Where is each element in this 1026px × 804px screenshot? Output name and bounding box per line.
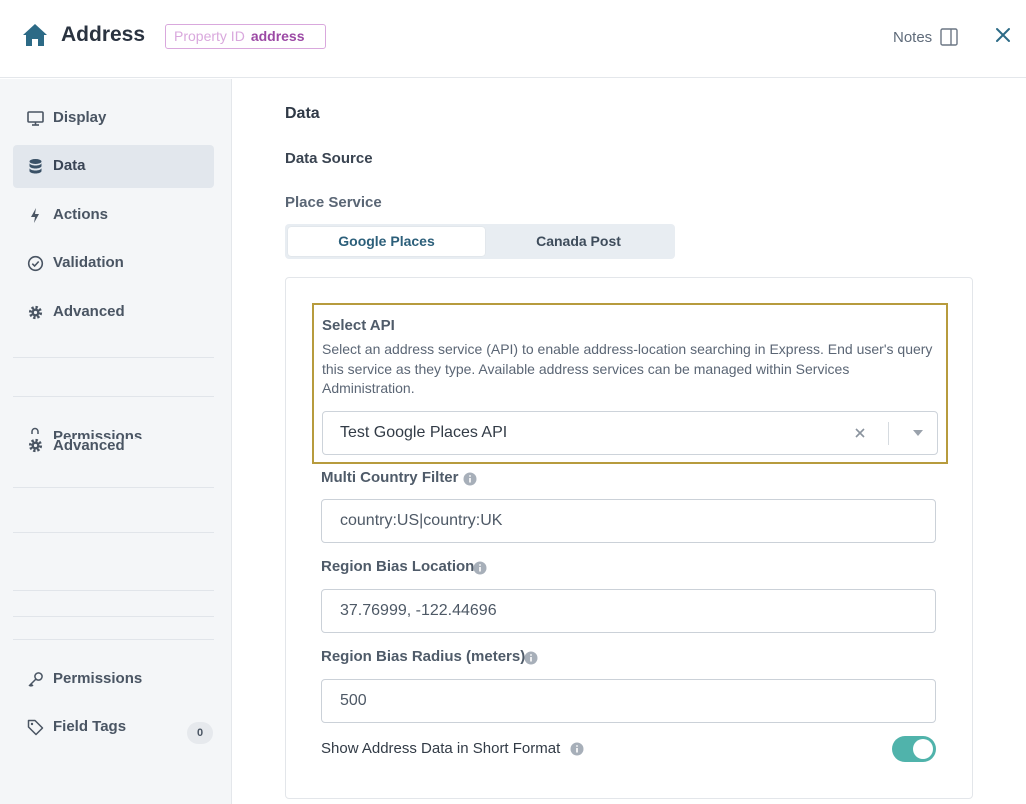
- select-api-group: Select API Select an address service (AP…: [312, 303, 948, 464]
- clear-icon[interactable]: [854, 427, 866, 439]
- gear-icon: [28, 305, 43, 320]
- sidebar-item-label: Data: [53, 157, 86, 174]
- main-content: Data Data Source Place Service Google Pl…: [233, 79, 1026, 804]
- select-api-label: Select API: [322, 317, 395, 334]
- canada-post-option[interactable]: Canada Post: [485, 227, 672, 256]
- info-icon[interactable]: [570, 742, 584, 756]
- select-api-description: Select an address service (API) to enabl…: [322, 341, 933, 396]
- info-icon[interactable]: [463, 472, 477, 486]
- sidebar-divider: [13, 639, 214, 640]
- sidebar-item-label: Display: [53, 109, 107, 126]
- place-service-label: Place Service: [285, 194, 382, 211]
- place-service-toggle: Google Places Canada Post: [285, 224, 675, 259]
- home-icon: [23, 24, 47, 46]
- page-title: Address: [61, 23, 146, 46]
- sidebar-item-field-tags[interactable]: Field Tags 0: [13, 706, 214, 749]
- property-id-badge: Property ID address: [165, 24, 326, 49]
- multi-country-filter-input[interactable]: [321, 499, 936, 543]
- multi-country-filter-label: Multi Country Filter: [321, 469, 459, 486]
- region-bias-location-label: Region Bias Location: [321, 558, 475, 575]
- sidebar-item-validation[interactable]: Validation: [13, 242, 214, 285]
- sidebar-item-label: Advanced: [53, 437, 125, 454]
- sidebar-divider: [13, 396, 214, 397]
- short-format-label: Show Address Data in Short Format: [321, 740, 561, 757]
- close-icon[interactable]: [995, 27, 1011, 43]
- sidebar-item-actions[interactable]: Actions: [13, 194, 214, 237]
- notes-panel-icon[interactable]: [940, 28, 958, 46]
- short-format-toggle[interactable]: [892, 736, 936, 762]
- region-bias-radius-input[interactable]: [321, 679, 936, 723]
- property-id-value: address: [250, 28, 305, 44]
- key-icon: [28, 672, 43, 688]
- section-title: Data: [285, 105, 320, 122]
- select-separator: [888, 422, 889, 445]
- sidebar-divider: [13, 532, 214, 533]
- lightning-icon: [31, 208, 39, 223]
- property-id-label: Property ID: [174, 28, 245, 44]
- sidebar-divider: [13, 357, 214, 358]
- region-bias-location-input[interactable]: [321, 589, 936, 633]
- toggle-knob: [913, 739, 933, 759]
- sidebar-item-label: Permissions: [53, 670, 143, 687]
- check-circle-icon: [27, 255, 44, 272]
- sidebar-item-label: Actions: [53, 206, 109, 223]
- sidebar-item-label: Validation: [53, 254, 124, 271]
- notes-label[interactable]: Notes: [893, 29, 932, 46]
- tag-icon: [27, 719, 44, 736]
- database-icon: [29, 159, 42, 174]
- sidebar-divider: [13, 487, 214, 488]
- chevron-down-icon[interactable]: [913, 430, 923, 437]
- region-bias-radius-label: Region Bias Radius (meters): [321, 648, 526, 665]
- info-icon[interactable]: [524, 651, 538, 665]
- sidebar-item-data[interactable]: Data: [13, 145, 214, 188]
- sidebar: Display Data Actions Validation Advanced: [0, 79, 232, 804]
- sidebar-item-permissions[interactable]: Permissions: [13, 658, 214, 701]
- info-icon[interactable]: [473, 561, 487, 575]
- monitor-icon: [27, 111, 44, 126]
- gear-icon: [28, 438, 43, 453]
- data-source-label: Data Source: [285, 150, 373, 167]
- field-tags-count-badge: 0: [187, 722, 213, 744]
- sidebar-item-label: Advanced: [53, 303, 125, 320]
- google-places-option[interactable]: Google Places: [288, 227, 485, 256]
- place-service-settings-card: Select API Select an address service (AP…: [285, 277, 973, 799]
- sidebar-divider: [13, 616, 214, 617]
- sidebar-item-display[interactable]: Display: [13, 97, 214, 140]
- select-api-dropdown[interactable]: Test Google Places API: [322, 411, 938, 455]
- select-api-value: Test Google Places API: [340, 424, 508, 441]
- sidebar-item-advanced-duplicate[interactable]: Advanced: [13, 434, 214, 456]
- sidebar-divider: [13, 590, 214, 591]
- sidebar-item-advanced[interactable]: Advanced: [13, 291, 214, 334]
- panel-header: Address Property ID address Notes: [0, 0, 1026, 78]
- sidebar-item-label: Field Tags: [53, 718, 127, 735]
